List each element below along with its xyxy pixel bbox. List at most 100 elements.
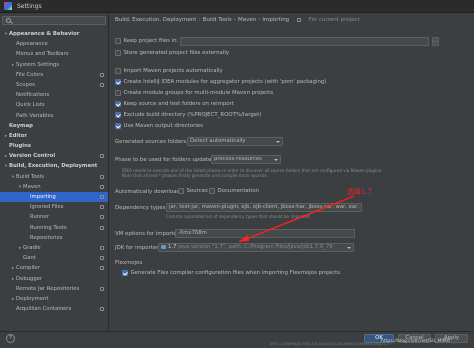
download-sources-checkbox[interactable] <box>178 188 184 194</box>
tree-item-label: Build, Execution, Deployment <box>9 163 98 170</box>
keep-project-files-row[interactable]: Keep project files in: <box>115 38 178 44</box>
breadcrumb-item: Build, Execution, Deployment <box>115 17 197 23</box>
tree-item-label: System Settings <box>16 61 60 68</box>
tree-item[interactable]: ▾ Maven <box>0 182 108 192</box>
browse-folder-button[interactable]: … <box>432 37 439 46</box>
project-scope-icon <box>100 184 104 189</box>
tree-item-label: Importing <box>30 194 56 200</box>
tree-item[interactable]: Runner <box>0 212 108 222</box>
tree-item-label: Scopes <box>16 81 35 88</box>
tree-item[interactable]: Ignored Files <box>0 202 108 212</box>
tree-item[interactable]: ▸ Deployment <box>0 294 108 304</box>
use-maven-output-checkbox[interactable] <box>115 123 121 129</box>
tree-item[interactable]: Notifications <box>0 90 108 100</box>
keep-source-folders-checkbox[interactable] <box>115 101 121 107</box>
download-docs-checkbox[interactable] <box>209 188 215 194</box>
tree-item[interactable]: Remote Jar Repositories <box>0 284 108 294</box>
tree-item[interactable]: ▸ Version Control <box>0 151 108 161</box>
project-scope-icon <box>296 17 301 22</box>
keep-project-files-label: Keep project files in: <box>123 38 179 44</box>
tree-item[interactable]: ▸ Compiler <box>0 263 108 273</box>
tree-item[interactable]: Path Variables <box>0 111 108 121</box>
create-module-groups-row[interactable]: Create module groups for multi-module Ma… <box>115 90 273 96</box>
store-externally-label: Store generated project files externally <box>123 50 230 56</box>
breadcrumb: Build, Execution, Deployment › Build Tools… <box>115 17 360 23</box>
generated-sources-select[interactable]: Detect automatically <box>187 137 283 146</box>
window-title: Settings <box>17 2 42 10</box>
breadcrumb-separator: › <box>233 17 236 23</box>
tree-item[interactable]: ▾ Build Tools <box>0 172 108 182</box>
create-modules-agg-row[interactable]: Create IntelliJ IDEA modules for aggrega… <box>115 79 326 85</box>
phase-label: Phase to be used for folders update: <box>115 157 214 163</box>
phase-note-2: Note that all test-* phases firstly gene… <box>122 173 269 178</box>
settings-content-pane: Build, Execution, Deployment › Build Tools… <box>110 13 474 331</box>
keep-project-files-checkbox[interactable] <box>115 38 121 44</box>
settings-search-input[interactable] <box>2 16 106 25</box>
keep-source-folders-row[interactable]: Keep source and test folders on reimport <box>115 101 234 107</box>
create-modules-agg-label: Create IntelliJ IDEA modules for aggrega… <box>123 79 327 85</box>
tree-item[interactable]: Repositories <box>0 233 108 243</box>
project-scope-icon <box>100 225 104 230</box>
help-button[interactable]: ? <box>6 334 15 343</box>
phase-select[interactable]: process-resources <box>211 155 281 164</box>
tree-item[interactable]: File Colors <box>0 70 108 80</box>
create-module-groups-label: Create module groups for multi-module Ma… <box>123 90 274 96</box>
import-auto-checkbox[interactable] <box>115 68 121 74</box>
breadcrumb-separator: › <box>198 17 201 23</box>
tree-item[interactable]: Appearance <box>0 39 108 49</box>
flexmojos-generate-row[interactable]: Generate Flex compiler configuration fil… <box>122 270 340 276</box>
intellij-app-icon <box>4 2 12 10</box>
annotation-text: 选择1.7 <box>347 188 373 196</box>
tree-item[interactable]: Gant <box>0 253 108 263</box>
status-bar-text: INFO Cl4NHNQB-T3GJ-5TJ-8AJ-JOQT-UD-JHNOC… <box>270 341 390 346</box>
project-scope-icon <box>100 256 104 261</box>
tree-item[interactable]: Importing <box>0 192 108 203</box>
tree-item[interactable]: Arquillian Containers <box>0 304 108 314</box>
flexmojos-generate-checkbox[interactable] <box>122 270 128 276</box>
settings-tree: ▾ Appearance & Behavior Appearance Menus an… <box>0 13 109 331</box>
create-modules-agg-checkbox[interactable] <box>115 79 121 85</box>
tree-item-label: Quick Lists <box>16 102 45 109</box>
tree-item[interactable]: Menus and Toolbars <box>0 49 108 59</box>
tree-item[interactable]: ▾ Build, Execution, Deployment <box>0 161 108 171</box>
download-sources-row[interactable]: Sources <box>178 188 208 194</box>
tree-item-label: Remote Jar Repositories <box>16 285 80 292</box>
tree-item-label: Menus and Toolbars <box>16 51 69 58</box>
flexmojos-generate-label: Generate Flex compiler configuration fil… <box>130 270 341 276</box>
tree-item[interactable]: ▸ Gradle <box>0 243 108 253</box>
project-scope-icon <box>100 174 104 179</box>
tree-item[interactable]: Scopes <box>0 80 108 90</box>
exclude-build-dir-row[interactable]: Exclude build directory (%PROJECT_ROOT%/… <box>115 112 261 118</box>
keep-project-files-field[interactable] <box>180 37 429 46</box>
tree-item-label: Arquillian Containers <box>16 306 72 313</box>
tree-item[interactable]: ▾ Appearance & Behavior <box>0 29 108 39</box>
jdk-folder-icon <box>161 244 166 249</box>
tree-item-label: Debugger <box>16 275 43 282</box>
import-auto-row[interactable]: Import Maven projects automatically <box>115 68 223 74</box>
breadcrumb-separator: › <box>258 17 261 23</box>
project-scope-icon <box>100 307 104 312</box>
tree-item[interactable]: ▸ Editor <box>0 131 108 141</box>
keep-source-folders-label: Keep source and test folders on reimport <box>123 101 234 107</box>
breadcrumb-item: Importing <box>262 17 290 23</box>
tree-item[interactable]: Keymap <box>0 121 108 131</box>
use-maven-output-row[interactable]: Use Maven output directories <box>115 123 203 129</box>
project-scope-icon <box>100 154 104 159</box>
create-module-groups-checkbox[interactable] <box>115 90 121 96</box>
tree-item-label: Repositories <box>30 234 63 241</box>
tree-item-label: Plugins <box>9 143 31 150</box>
tree-item[interactable]: ▸ System Settings <box>0 60 108 70</box>
use-maven-output-label: Use Maven output directories <box>123 123 203 129</box>
tree-item[interactable]: Quick Lists <box>0 100 108 110</box>
tree-item-label: Running Tests <box>30 224 67 231</box>
tree-item[interactable]: Running Tests <box>0 223 108 233</box>
exclude-build-dir-checkbox[interactable] <box>115 112 121 118</box>
vm-options-label: VM options for importer: <box>115 231 181 237</box>
tree-item[interactable]: Plugins <box>0 141 108 151</box>
tree-item[interactable]: ▸ Debugger <box>0 274 108 284</box>
store-externally-row[interactable]: Store generated project files externally <box>115 50 229 56</box>
store-externally-checkbox[interactable] <box>115 50 121 56</box>
tree-item-label: Editor <box>9 132 28 139</box>
project-scope-icon <box>100 82 104 87</box>
tree-item-label: Keymap <box>9 122 33 129</box>
